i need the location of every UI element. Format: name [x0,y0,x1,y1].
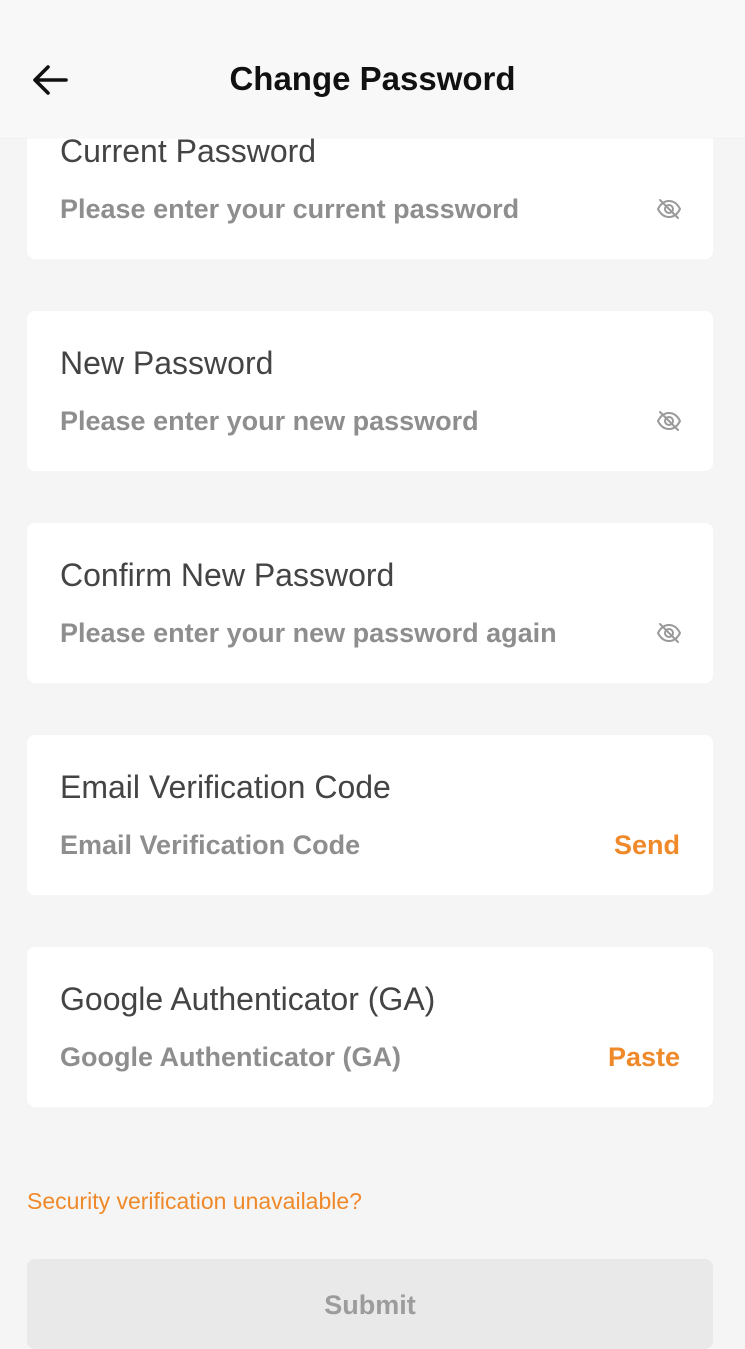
paste-button[interactable]: Paste [608,1039,680,1075]
eye-off-icon [656,623,682,643]
submit-button[interactable]: Submit [27,1259,713,1349]
google-auth-card: Google Authenticator (GA) Paste [27,947,713,1107]
page-title: Change Password [229,60,516,97]
email-code-input[interactable] [60,825,580,865]
new-password-input[interactable] [60,401,620,441]
new-password-label: New Password [60,345,274,381]
current-password-visibility-toggle[interactable] [655,195,683,223]
confirm-password-card: Confirm New Password [27,523,713,683]
security-verification-unavailable-link[interactable]: Security verification unavailable? [27,1185,362,1217]
google-auth-label: Google Authenticator (GA) [60,981,436,1017]
current-password-input[interactable] [60,189,620,229]
email-code-label: Email Verification Code [60,769,391,805]
confirm-password-visibility-toggle[interactable] [655,619,683,647]
eye-off-icon [656,411,682,431]
confirm-password-input[interactable] [60,613,620,653]
new-password-card: New Password [27,311,713,471]
eye-off-icon [656,199,682,219]
new-password-visibility-toggle[interactable] [655,407,683,435]
google-auth-input[interactable] [60,1037,580,1077]
send-code-button[interactable]: Send [614,827,680,863]
top-bar: Change Password [0,0,745,138]
confirm-password-label: Confirm New Password [60,557,395,593]
email-code-card: Email Verification Code Send [27,735,713,895]
